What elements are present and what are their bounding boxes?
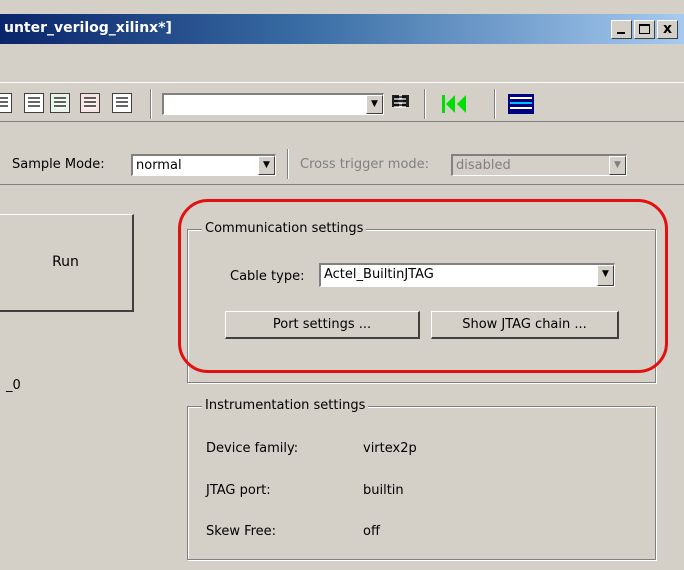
cable-type-select[interactable]: Actel_BuiltinJTAG ▼ (319, 263, 615, 287)
close-icon: x (662, 21, 673, 37)
jtag-port-label: JTAG port: (206, 483, 271, 498)
instance-label: _0 (6, 378, 21, 393)
cable-type-value: Actel_BuiltinJTAG (324, 267, 434, 282)
hierarchy-arrow-icon[interactable] (24, 93, 44, 113)
cross-trigger-select: disabled ▼ (451, 154, 627, 176)
minimize-button[interactable] (611, 20, 632, 39)
cross-trigger-value: disabled (456, 158, 511, 173)
chevron-down-icon[interactable]: ▼ (366, 95, 383, 114)
sample-toolbar: Sample Mode: normal ▼ Cross trigger mode… (0, 145, 684, 185)
skew-free-label: Skew Free: (206, 524, 277, 539)
show-jtag-chain-button[interactable]: Show JTAG chain ... (431, 311, 619, 339)
title-bar[interactable]: unter_verilog_xilinx*] x (0, 14, 684, 44)
maximize-button[interactable] (634, 20, 655, 39)
window-title: unter_verilog_xilinx*] (4, 20, 172, 36)
communication-settings-group: Communication settings Cable type: Actel… (187, 221, 656, 383)
toolbar-separator (150, 89, 152, 119)
signal-green-icon[interactable] (50, 93, 70, 113)
jtag-port-value: builtin (363, 483, 404, 498)
run-button[interactable]: Run (0, 214, 134, 312)
device-family-label: Device family: (206, 441, 299, 456)
sample-mode-value: normal (136, 158, 182, 173)
communication-settings-title: Communication settings (202, 221, 367, 236)
chevron-down-icon[interactable]: ▼ (597, 265, 614, 286)
minimize-icon (617, 32, 625, 34)
chevron-down-icon: ▼ (609, 156, 626, 175)
toolbar-separator (494, 89, 496, 119)
sample-mode-select[interactable]: normal ▼ (131, 154, 276, 176)
chevron-down-icon[interactable]: ▼ (258, 156, 275, 175)
toolbar: ▼ (0, 82, 684, 122)
instrumentation-settings-title: Instrumentation settings (202, 398, 369, 413)
cross-trigger-label: Cross trigger mode: (300, 157, 430, 172)
app-window: unter_verilog_xilinx*] x ▼ Sample Mode: … (0, 0, 684, 570)
toolbar-separator (287, 149, 289, 179)
toolbar-separator (424, 89, 426, 119)
signal-icon[interactable] (112, 93, 132, 113)
instrumentation-settings-group: Instrumentation settings Device family: … (187, 398, 656, 560)
cable-type-label: Cable type: (230, 269, 305, 284)
skew-free-value: off (363, 524, 380, 539)
waveform-icon[interactable] (508, 94, 534, 118)
device-family-value: virtex2p (363, 441, 417, 456)
sample-mode-label: Sample Mode: (12, 157, 105, 172)
port-settings-button[interactable]: Port settings ... (225, 311, 420, 339)
hierarchy-icon[interactable] (0, 93, 12, 113)
find-icon[interactable] (391, 93, 411, 113)
window-controls: x (609, 20, 678, 39)
maximize-icon (639, 24, 650, 34)
search-combo[interactable]: ▼ (162, 93, 384, 115)
close-button[interactable]: x (657, 20, 678, 39)
signal-red-icon[interactable] (80, 93, 100, 113)
go-first-icon[interactable] (442, 94, 468, 118)
